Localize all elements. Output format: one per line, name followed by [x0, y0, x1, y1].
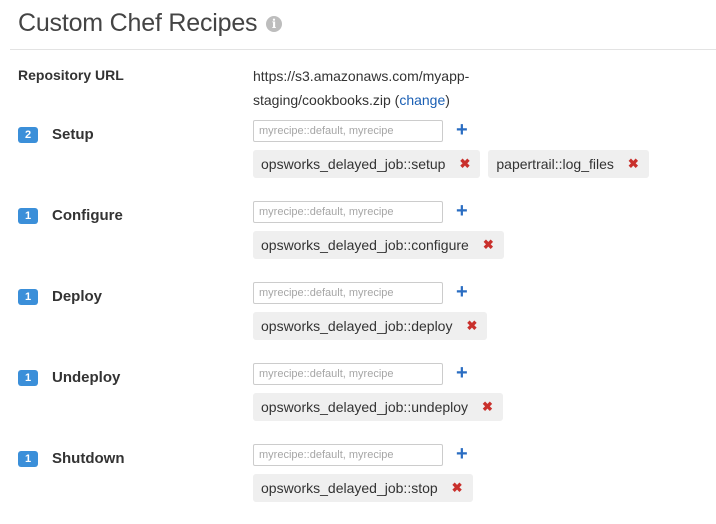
remove-recipe-icon[interactable]: ✖: [483, 237, 494, 253]
recipe-tag: opsworks_delayed_job::configure ✖: [253, 231, 504, 259]
recipe-input[interactable]: [253, 282, 443, 304]
add-recipe-icon[interactable]: +: [456, 281, 468, 303]
event-label: Undeploy: [52, 369, 121, 386]
add-recipe-icon[interactable]: +: [456, 443, 468, 465]
recipe-tag-label: opsworks_delayed_job::configure: [261, 237, 469, 253]
repository-url-label: Repository URL: [18, 67, 124, 83]
recipe-tags: opsworks_delayed_job::configure ✖: [253, 231, 504, 259]
recipe-tags: opsworks_delayed_job::setup ✖ papertrail…: [253, 150, 649, 178]
recipe-count-badge: 1: [18, 289, 38, 305]
remove-recipe-icon[interactable]: ✖: [459, 156, 470, 172]
change-link[interactable]: change: [399, 92, 445, 108]
repository-url-value: https://s3.amazonaws.com/myapp-staging/c…: [253, 64, 523, 112]
recipe-tag-label: opsworks_delayed_job::setup: [261, 156, 446, 172]
recipe-tag: opsworks_delayed_job::stop ✖: [253, 474, 473, 502]
recipe-tags: opsworks_delayed_job::undeploy ✖: [253, 393, 503, 421]
remove-recipe-icon[interactable]: ✖: [628, 156, 639, 172]
recipe-count-badge: 2: [18, 127, 38, 143]
page-title: Custom Chef Recipes: [18, 9, 258, 37]
recipe-input[interactable]: [253, 363, 443, 385]
event-label: Deploy: [52, 288, 103, 305]
event-label: Setup: [52, 126, 94, 143]
recipe-input[interactable]: [253, 120, 443, 142]
recipe-tag-label: papertrail::log_files: [496, 156, 614, 172]
info-icon[interactable]: i: [266, 16, 282, 32]
recipe-tag: opsworks_delayed_job::undeploy ✖: [253, 393, 503, 421]
change-close-paren: ): [445, 92, 450, 108]
remove-recipe-icon[interactable]: ✖: [482, 399, 493, 415]
recipe-tag-label: opsworks_delayed_job::undeploy: [261, 399, 469, 415]
recipe-tags: opsworks_delayed_job::deploy ✖: [253, 312, 488, 340]
recipe-input[interactable]: [253, 444, 443, 466]
recipe-count-badge: 1: [18, 451, 38, 467]
recipe-tag: opsworks_delayed_job::setup ✖: [253, 150, 481, 178]
recipe-tag: opsworks_delayed_job::deploy ✖: [253, 312, 488, 340]
recipe-count-badge: 1: [18, 208, 38, 224]
recipe-tag: papertrail::log_files ✖: [488, 150, 649, 178]
remove-recipe-icon[interactable]: ✖: [466, 318, 477, 334]
add-recipe-icon[interactable]: +: [456, 119, 468, 141]
remove-recipe-icon[interactable]: ✖: [452, 480, 463, 496]
recipe-count-badge: 1: [18, 370, 38, 386]
add-recipe-icon[interactable]: +: [456, 200, 468, 222]
recipe-tag-label: opsworks_delayed_job::stop: [261, 480, 438, 496]
recipe-input[interactable]: [253, 201, 443, 223]
header-divider: [10, 49, 716, 50]
recipe-tag-label: opsworks_delayed_job::deploy: [261, 318, 453, 334]
recipe-tags: opsworks_delayed_job::stop ✖: [253, 474, 473, 502]
event-label: Configure: [52, 207, 123, 224]
event-label: Shutdown: [52, 450, 125, 467]
add-recipe-icon[interactable]: +: [456, 362, 468, 384]
